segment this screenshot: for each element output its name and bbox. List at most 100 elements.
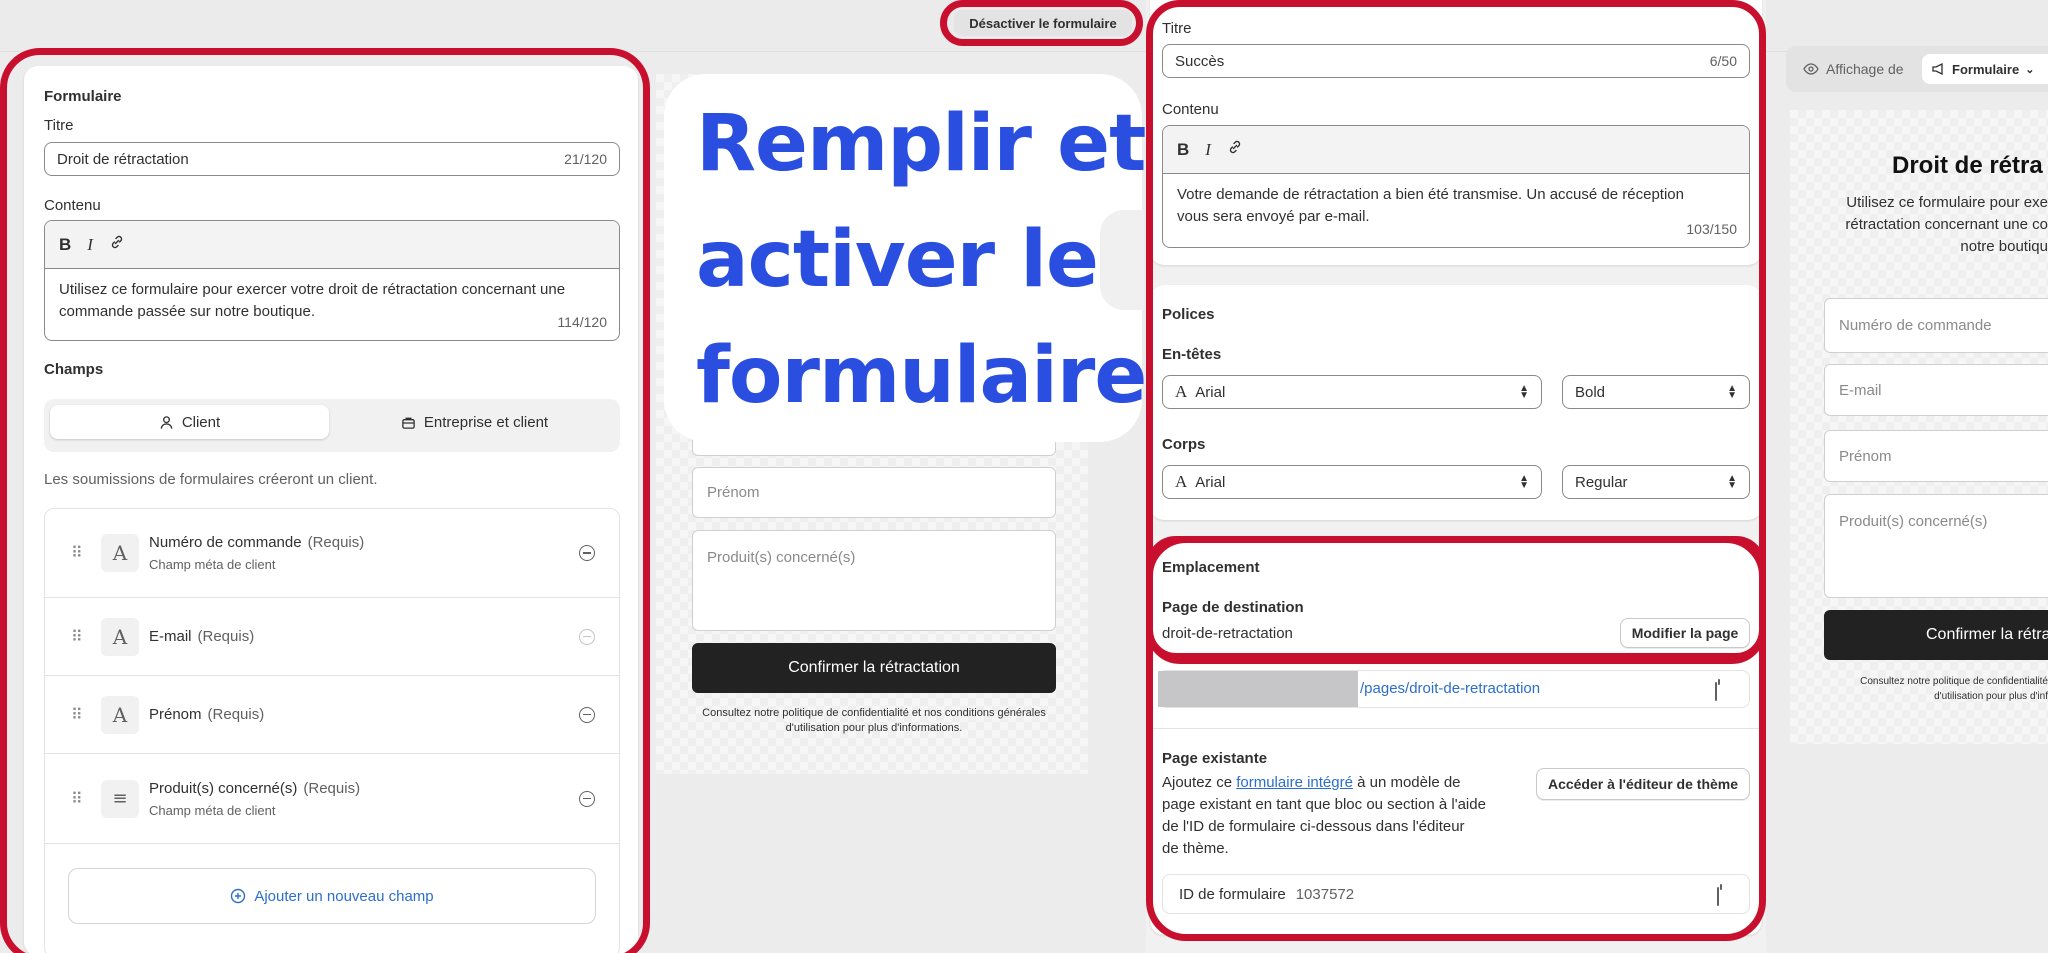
- deactivate-form-button[interactable]: Désactiver le formulaire: [954, 10, 1132, 36]
- plus-circle-icon: [231, 888, 246, 904]
- drag-handle-icon[interactable]: ⠿: [71, 627, 83, 647]
- preview-right-products-field[interactable]: Produit(s) concerné(s): [1824, 494, 2048, 598]
- select-chevron-icon: ▲ ▼: [1727, 383, 1737, 401]
- preview-confirm-button[interactable]: Confirmer la rétractation: [692, 643, 1056, 693]
- desc-line2: page existant en tant que bloc ou sectio…: [1162, 796, 1486, 813]
- field-required: (Requis): [197, 628, 255, 645]
- headings-label: En-têtes: [1162, 346, 1222, 363]
- rich-text-toolbar: B I: [45, 221, 619, 269]
- preview-desc-line1: Utilisez ce formulaire pour exe: [1846, 194, 2048, 211]
- tab-client[interactable]: Client: [50, 405, 329, 439]
- headings-weight-select[interactable]: Bold ▲ ▼: [1562, 375, 1750, 409]
- customer-type-tabs: Client Entreprise et client: [44, 399, 620, 452]
- font-icon: A: [1175, 382, 1188, 401]
- form-section-title: Formulaire: [44, 88, 122, 105]
- form-id-label: ID de formulaire: [1179, 885, 1286, 903]
- preview-email-field[interactable]: E-mail: [1824, 364, 2048, 416]
- remove-field-icon[interactable]: [579, 790, 595, 807]
- placement-card: Emplacement Page de destination droit-de…: [1150, 540, 1762, 935]
- copy-url-icon[interactable]: [1715, 682, 1717, 701]
- preview-right-products-placeholder: Produit(s) concerné(s): [1839, 513, 1988, 530]
- page-url-link[interactable]: /pages/droit-de-retractation: [1360, 680, 1540, 697]
- url-domain-redacted: [1158, 671, 1358, 707]
- person-icon: [160, 415, 173, 429]
- success-content-text: Votre demande de rétractation a bien été…: [1177, 186, 1684, 225]
- eye-icon: [1803, 63, 1819, 75]
- view-mode-select[interactable]: Formulaire ⌄: [1922, 54, 2048, 84]
- field-name: E-mail: [149, 628, 192, 645]
- preview-right-footnote: Consultez notre politique de confidentia…: [1800, 674, 2048, 704]
- preview-order-field[interactable]: Numéro de commande: [1824, 298, 2048, 353]
- tab-business-label: Entreprise et client: [423, 413, 549, 431]
- theme-editor-button[interactable]: Accéder à l'éditeur de thème: [1536, 768, 1750, 800]
- form-title-value: Droit de rétractation: [57, 150, 189, 168]
- form-title-input[interactable]: Droit de rétractation 21/120: [44, 142, 620, 176]
- briefcase-icon: [402, 417, 415, 429]
- form-content-editor[interactable]: B I Utilisez ce formulaire pour exercer …: [44, 220, 620, 341]
- preview-right-firstname-field[interactable]: Prénom: [1824, 430, 2048, 482]
- field-row-firstname[interactable]: ⠿ A Prénom (Requis): [45, 676, 619, 754]
- add-field-button[interactable]: Ajouter un nouveau champ: [68, 868, 596, 924]
- paragraph-field-type-icon: ≡: [101, 779, 139, 818]
- preview-products-field[interactable]: Produit(s) concerné(s): [692, 530, 1056, 631]
- rich-text-toolbar: B I: [1163, 126, 1749, 174]
- field-row-email[interactable]: ⠿ A E-mail (Requis): [45, 598, 619, 676]
- embedded-form-link[interactable]: formulaire intégré: [1236, 774, 1353, 791]
- success-title-input[interactable]: Succès 6/50: [1162, 44, 1750, 78]
- bold-button[interactable]: B: [59, 235, 71, 255]
- link-icon[interactable]: [1227, 139, 1243, 160]
- success-content-editor[interactable]: B I Votre demande de rétractation a bien…: [1162, 125, 1750, 248]
- add-field-label: Ajouter un nouveau champ: [254, 887, 434, 905]
- select-chevron-icon: ▲ ▼: [1519, 383, 1529, 401]
- italic-button[interactable]: I: [1205, 140, 1211, 160]
- headings-font-select[interactable]: A Arial ▲ ▼: [1162, 375, 1542, 409]
- field-required: (Requis): [303, 779, 361, 797]
- text-field-type-icon: A: [101, 695, 139, 734]
- italic-button[interactable]: I: [87, 235, 93, 255]
- success-title-label: Titre: [1162, 20, 1192, 37]
- drag-handle-icon[interactable]: ⠿: [71, 705, 83, 725]
- desc-text: à un modèle de: [1352, 774, 1461, 791]
- preview-right-firstname-placeholder: Prénom: [1839, 447, 1892, 465]
- remove-field-icon[interactable]: [579, 706, 595, 723]
- form-title-counter: 21/120: [564, 151, 607, 167]
- field-subtitle: Champ méta de client: [149, 802, 276, 818]
- field-name: Produit(s) concerné(s): [149, 779, 298, 797]
- link-icon[interactable]: [109, 234, 125, 255]
- headline-text: Remplir et activer le formulaire: [696, 86, 1147, 434]
- bold-button[interactable]: B: [1177, 140, 1189, 160]
- headings-font-value: Arial: [1195, 383, 1226, 401]
- preview-right-footnote-line1: Consultez notre politique de confidentia…: [1860, 676, 2048, 687]
- body-font-select[interactable]: A Arial ▲ ▼: [1162, 465, 1542, 499]
- drag-handle-icon[interactable]: ⠿: [71, 543, 83, 563]
- form-content-body[interactable]: Utilisez ce formulaire pour exercer votr…: [45, 269, 619, 340]
- tab-business-and-client[interactable]: Entreprise et client: [335, 405, 614, 439]
- preview-email-placeholder: E-mail: [1839, 381, 1882, 399]
- copy-form-id-icon[interactable]: [1717, 887, 1719, 906]
- field-row-order-number[interactable]: ⠿ A Numéro de commande (Requis) Champ mét…: [45, 509, 619, 598]
- drag-handle-icon[interactable]: ⠿: [71, 789, 83, 809]
- placement-title: Emplacement: [1162, 559, 1260, 576]
- view-label: Affichage de: [1826, 61, 1904, 77]
- desc-line3: de l'ID de formulaire ci-dessous dans l'…: [1162, 818, 1465, 835]
- field-row-products[interactable]: ⠿ ≡ Produit(s) concerné(s) (Requis) Champ…: [45, 754, 619, 844]
- form-content-label: Contenu: [44, 197, 101, 214]
- headline-line3: formulaire: [696, 331, 1147, 421]
- body-label: Corps: [1162, 436, 1206, 453]
- success-content-body[interactable]: Votre demande de rétractation a bien été…: [1163, 174, 1749, 247]
- remove-field-icon[interactable]: [579, 545, 595, 561]
- success-content-counter: 103/150: [1686, 221, 1737, 237]
- preview-products-placeholder: Produit(s) concerné(s): [707, 549, 856, 566]
- select-chevron-icon: ▲ ▼: [1727, 473, 1737, 491]
- form-settings-card: Formulaire Titre Droit de rétractation 2…: [24, 66, 638, 953]
- body-weight-value: Regular: [1575, 473, 1628, 491]
- remove-field-icon: [579, 628, 595, 645]
- form-title-label: Titre: [44, 117, 74, 134]
- preview-form-description: Utilisez ce formulaire pour exe rétracta…: [1800, 192, 2048, 258]
- edit-page-button[interactable]: Modifier la page: [1620, 618, 1750, 648]
- preview-right-confirm-button[interactable]: Confirmer la rétra: [1824, 610, 2048, 660]
- existing-page-label: Page existante: [1162, 750, 1268, 767]
- body-weight-select[interactable]: Regular ▲ ▼: [1562, 465, 1750, 499]
- headings-weight-value: Bold: [1575, 383, 1606, 401]
- preview-firstname-field[interactable]: Prénom: [692, 467, 1056, 518]
